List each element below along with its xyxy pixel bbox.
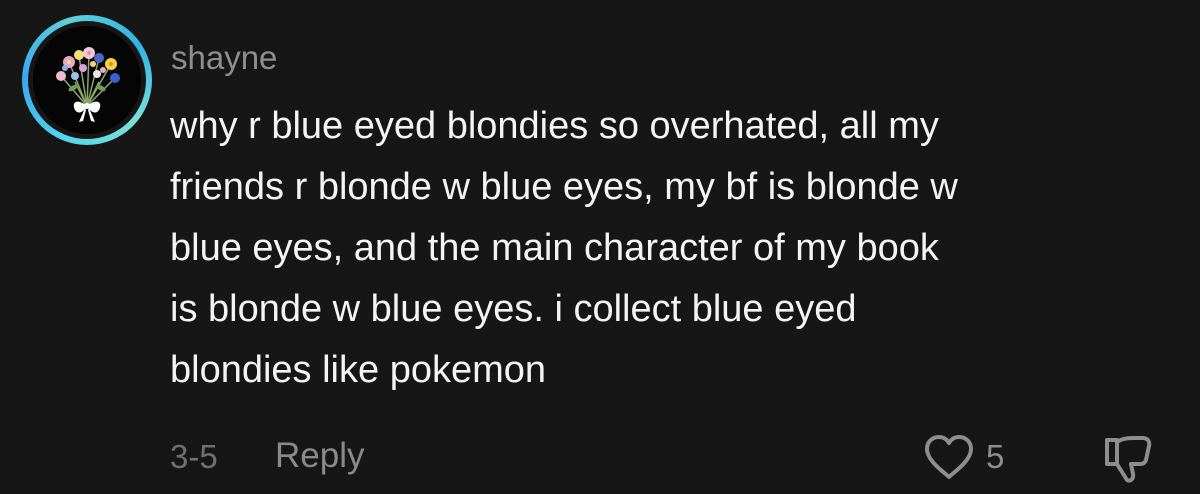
- comment-item: shayne why r blue eyed blondies so overh…: [0, 0, 1200, 494]
- like-count: 5: [986, 438, 1005, 475]
- comment-text: why r blue eyed blondies so overhated, a…: [170, 96, 1170, 401]
- avatar-ring-gap: [28, 21, 146, 139]
- reply-button[interactable]: Reply: [275, 435, 364, 477]
- bouquet-illustration: [33, 26, 141, 134]
- avatar[interactable]: [22, 15, 152, 145]
- comment-text-line: is blonde w blue eyes. i collect blue ey…: [170, 288, 857, 330]
- comment-text-line: why r blue eyed blondies so overhated, a…: [170, 105, 939, 147]
- comment-username[interactable]: shayne: [171, 38, 277, 78]
- thumbs-down-icon[interactable]: [1101, 430, 1157, 486]
- flower-bouquet-avatar-image: [33, 26, 141, 134]
- comment-date: 3-5: [170, 438, 218, 475]
- heart-outline-icon[interactable]: [922, 433, 976, 481]
- comment-text-line: friends r blonde w blue eyes, my bf is b…: [170, 166, 958, 208]
- comment-text-line: blue eyes, and the main character of my …: [170, 227, 939, 269]
- comment-text-line: blondies like pokemon: [170, 349, 547, 391]
